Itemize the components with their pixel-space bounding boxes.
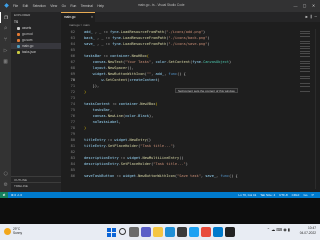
gear-icon[interactable]: ⚙ xyxy=(0,179,11,190)
tab-main-go[interactable]: main.go × xyxy=(61,12,95,22)
minimap-line xyxy=(300,40,310,42)
tray-icons[interactable]: ⌃ ☁ ⌨ ◉ ▮ xyxy=(267,227,290,232)
teams-icon[interactable] xyxy=(141,227,151,237)
sun-icon xyxy=(4,227,11,235)
menu-item-file[interactable]: File xyxy=(13,4,18,8)
minimap-line xyxy=(300,30,310,32)
terminal-icon[interactable] xyxy=(225,227,235,237)
minimap-line xyxy=(300,45,310,47)
minimap-line xyxy=(300,90,310,92)
status-item[interactable]: Ln 70, Col 41 xyxy=(238,193,256,197)
minimap-line xyxy=(300,78,310,79)
minimap-line xyxy=(300,53,310,54)
weather-widget[interactable]: 29°C Sunny xyxy=(4,227,22,235)
minimap-line xyxy=(300,75,310,77)
menu-item-selection[interactable]: Selection xyxy=(33,4,46,8)
minimap-line xyxy=(300,48,310,49)
file-item[interactable]: tasks.json xyxy=(11,49,61,55)
search-icon[interactable] xyxy=(119,228,126,235)
desktop-background xyxy=(0,198,320,224)
app-icon[interactable] xyxy=(189,227,199,237)
source-control-icon[interactable]: ⑂ xyxy=(0,34,11,45)
code-editor[interactable]: 62 add_ , _ := fyne.LoadResourceFromPath(… xyxy=(61,29,320,192)
close-icon[interactable]: × xyxy=(91,13,93,22)
file-type-icon xyxy=(17,26,20,30)
search-icon[interactable]: ⌕ xyxy=(0,23,11,34)
minimap-line xyxy=(300,43,310,44)
vscode-taskbar-icon[interactable] xyxy=(213,227,223,237)
minimap-line xyxy=(300,68,310,69)
vscode-logo-icon: ◆ xyxy=(4,2,9,9)
file-name: tasks.json xyxy=(22,50,37,54)
account-icon[interactable]: ◯ xyxy=(0,168,11,179)
explorer-header: EXPLORER xyxy=(14,13,31,17)
menu-item-help[interactable]: Help xyxy=(97,4,104,8)
breadcrumb[interactable]: main.go > main xyxy=(61,22,320,28)
file-type-icon xyxy=(17,50,20,54)
minimize-button[interactable]: — xyxy=(291,0,300,12)
file-type-icon xyxy=(17,44,20,48)
tab-label: main.go xyxy=(64,15,76,19)
code-line[interactable]: 86 saveTaskButton := widget.NewButtonWith… xyxy=(61,173,320,179)
chrome-icon[interactable] xyxy=(201,227,211,237)
title-bar: ◆ File Edit Selection View Go Run Terminal Help… xyxy=(0,0,320,12)
file-type-icon xyxy=(17,38,20,42)
window-controls: — ▢ ✕ xyxy=(291,0,318,12)
minimap-line xyxy=(300,33,310,34)
minimap-line xyxy=(300,85,310,87)
status-item[interactable]: UTF-8 xyxy=(279,193,288,197)
editor-tabs: main.go × ▶ ⫼ ⋯ xyxy=(61,12,320,22)
maximize-button[interactable]: ▢ xyxy=(300,0,309,12)
minimap-line xyxy=(300,65,310,67)
menu-item-edit[interactable]: Edit xyxy=(23,4,29,8)
minimap-line xyxy=(300,70,310,72)
file-explorer-icon[interactable] xyxy=(153,227,163,237)
activity-bar: ❐ ⌕ ⑂ ▷ ▦ ◯ ⚙ xyxy=(0,12,11,192)
minimap[interactable] xyxy=(300,29,314,189)
store-icon[interactable] xyxy=(177,227,187,237)
edge-icon[interactable] xyxy=(165,227,175,237)
minimap-line xyxy=(300,55,310,57)
extensions-icon[interactable]: ▦ xyxy=(0,56,11,67)
status-item[interactable]: ⟳ xyxy=(311,193,314,197)
taskbar-apps xyxy=(106,227,237,237)
files-icon[interactable]: ❐ xyxy=(0,12,11,23)
minimap-line xyxy=(300,83,310,84)
minimap-line xyxy=(300,63,310,64)
close-button[interactable]: ✕ xyxy=(309,0,318,12)
timeline-section[interactable]: TIMELINE xyxy=(11,182,61,188)
line-number: 86 xyxy=(70,174,75,178)
task-view-icon[interactable] xyxy=(129,227,139,237)
status-item[interactable]: CRLF xyxy=(292,193,300,197)
minimap-line xyxy=(300,35,310,37)
clock-date: 04-07-2022 xyxy=(299,231,316,235)
editor-actions-icon[interactable]: ▶ ⫼ ⋯ xyxy=(306,12,317,22)
signature-hint-tooltip: SetContent sets the content of this wind… xyxy=(175,88,239,93)
system-tray[interactable]: ⌃ ☁ ⌨ ◉ ▮ 10:47 04-07-2022 xyxy=(267,226,316,236)
start-button[interactable] xyxy=(106,227,116,237)
menu-bar: File Edit Selection View Go Run Terminal Help xyxy=(13,4,108,8)
file-type-icon xyxy=(17,32,20,36)
run-debug-icon[interactable]: ▷ xyxy=(0,45,11,56)
status-item[interactable]: Go xyxy=(303,193,307,197)
vertical-scrollbar[interactable] xyxy=(315,29,319,189)
menu-item-go[interactable]: Go xyxy=(62,4,66,8)
code-text: saveTaskButton := widget.NewButtonWithIc… xyxy=(84,174,238,178)
explorer-sidebar: EXPLORER TS assets go.mod go.sum main.go tas… xyxy=(11,12,61,192)
minimap-line xyxy=(300,50,310,52)
menu-item-terminal[interactable]: Terminal xyxy=(81,4,93,8)
weather-desc: Sunny xyxy=(13,231,23,235)
minimap-line xyxy=(300,60,310,62)
windows-taskbar: 29°C Sunny ⌃ ☁ ⌨ ◉ ▮ 10:47 04-07-2022 xyxy=(0,224,320,240)
status-item[interactable]: Tab Size: 4 xyxy=(260,193,275,197)
menu-item-run[interactable]: Run xyxy=(70,4,76,8)
window-title: main.go - ts - Visual Studio Code xyxy=(138,3,185,7)
menu-item-view[interactable]: View xyxy=(50,4,57,8)
